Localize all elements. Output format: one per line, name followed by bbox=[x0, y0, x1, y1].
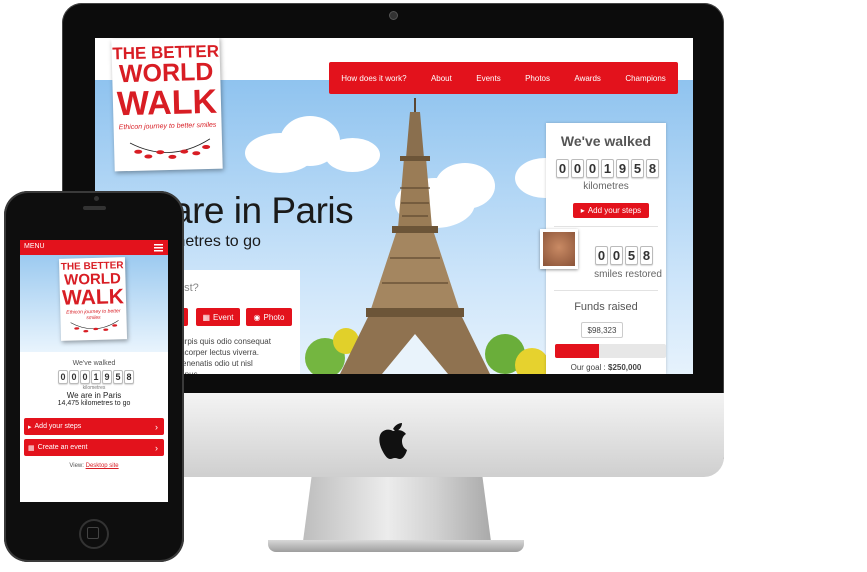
walked-title: We've walked bbox=[560, 133, 652, 149]
counter-digit: 0 bbox=[80, 370, 90, 384]
counter-digit: 0 bbox=[610, 246, 623, 265]
site-logo[interactable]: THE BETTER WORLD WALK Ethicon journey to… bbox=[111, 38, 223, 172]
tree bbox=[515, 348, 549, 374]
funds-title: Funds raised bbox=[574, 301, 638, 313]
km-label: kilometres bbox=[583, 181, 629, 192]
counter-digit: 5 bbox=[113, 370, 123, 384]
add-photo-label: Photo bbox=[263, 312, 285, 322]
add-photo-button[interactable]: ◉ Photo bbox=[246, 308, 292, 326]
counter-digit: 1 bbox=[601, 159, 614, 178]
counter-digit: 0 bbox=[69, 370, 79, 384]
hero-headline: are in Paris bbox=[172, 190, 354, 231]
view-label: View: bbox=[69, 463, 84, 469]
progress-sidebar: We've walked 0 0 0 1 9 5 8 kilometres ▸ … bbox=[540, 123, 666, 374]
chevron-right-icon: › bbox=[155, 442, 158, 453]
main-nav: How does it work? About Events Photos Aw… bbox=[329, 62, 678, 94]
iphone-speaker bbox=[83, 206, 106, 210]
nav-photos[interactable]: Photos bbox=[525, 74, 550, 83]
counter-digit: 1 bbox=[91, 370, 101, 384]
footstep-icon: ▸ bbox=[580, 206, 585, 215]
divider bbox=[554, 226, 658, 227]
counter-digit: 0 bbox=[586, 159, 599, 178]
nav-how-it-works[interactable]: How does it work? bbox=[341, 74, 406, 83]
funds-progress-fill bbox=[555, 344, 599, 358]
footprints-icon bbox=[129, 138, 211, 159]
hero-subline: metres to go bbox=[172, 233, 261, 250]
add-your-steps-button[interactable]: ▸ Add your steps bbox=[573, 203, 649, 218]
smiles-label: smiles restored bbox=[594, 269, 662, 280]
mobile-menu-label: MENU bbox=[24, 243, 45, 250]
child-photo-image bbox=[543, 232, 575, 266]
nav-about[interactable]: About bbox=[431, 74, 452, 83]
nav-champions[interactable]: Champions bbox=[625, 74, 665, 83]
funds-amount-bubble: $98,323 bbox=[581, 322, 623, 338]
add-event-label: Event bbox=[213, 312, 234, 322]
home-button-square-icon bbox=[87, 527, 99, 539]
footstep-icon: ▸ bbox=[28, 423, 32, 431]
imac-camera bbox=[389, 11, 398, 20]
divider bbox=[554, 290, 658, 291]
share-panel-text: turpis quis odio consequat mcorper lectu… bbox=[178, 337, 271, 374]
mobile-create-event-button[interactable]: ▦ Create an event › bbox=[24, 439, 164, 456]
share-panel: est? ▸ ▦ Event ◉ Photo turpis quis odio … bbox=[172, 270, 300, 374]
hamburger-menu-icon[interactable] bbox=[154, 243, 163, 252]
goal-value: $250,000 bbox=[608, 363, 642, 372]
mobile-create-event-label: Create an event bbox=[37, 444, 88, 451]
mobile-km-counter: 0 0 0 1 9 5 8 bbox=[58, 370, 134, 384]
add-your-steps-label: Add your steps bbox=[587, 206, 642, 215]
mobile-add-steps-button[interactable]: ▸ Add your steps › bbox=[24, 418, 164, 435]
mobile-distance-to-go: 14,475 kilometres to go bbox=[57, 400, 131, 407]
desktop-website: THE BETTER WORLD WALK Ethicon journey to… bbox=[95, 38, 693, 374]
goal-label: Our goal : bbox=[570, 363, 606, 372]
eiffel-tower-icon bbox=[340, 98, 490, 374]
add-event-button[interactable]: ▦ Event bbox=[196, 308, 240, 326]
desktop-site-link[interactable]: Desktop site bbox=[86, 463, 119, 469]
logo-tagline: Ethicon journey to better smiles bbox=[118, 121, 217, 132]
smiles-counter: 0 0 5 8 bbox=[595, 246, 653, 265]
child-photo bbox=[540, 229, 578, 269]
km-counter: 0 0 0 1 9 5 8 bbox=[556, 159, 659, 178]
imac-stand bbox=[302, 477, 492, 549]
logo-line-3: WALK bbox=[61, 285, 125, 310]
funds-goal: Our goal : $250,000 bbox=[546, 363, 666, 372]
logo-line-3: WALK bbox=[116, 82, 218, 124]
imac-stand-base bbox=[268, 540, 524, 552]
footprints-icon bbox=[70, 320, 119, 333]
counter-digit: 8 bbox=[646, 159, 659, 178]
counter-digit: 0 bbox=[556, 159, 569, 178]
counter-digit: 5 bbox=[625, 246, 638, 265]
counter-digit: 9 bbox=[102, 370, 112, 384]
counter-digit: 9 bbox=[616, 159, 629, 178]
nav-awards[interactable]: Awards bbox=[574, 74, 601, 83]
apple-logo-icon bbox=[379, 423, 407, 459]
funds-progress-bar bbox=[555, 344, 666, 358]
iphone-camera bbox=[94, 196, 99, 201]
chevron-right-icon: › bbox=[155, 421, 158, 432]
mobile-website: MENU THE BETTER WORLD WALK Ethicon journ… bbox=[20, 240, 168, 502]
mobile-add-steps-label: Add your steps bbox=[34, 423, 82, 430]
mobile-walked-label: We've walked bbox=[72, 360, 116, 367]
counter-digit: 5 bbox=[631, 159, 644, 178]
camera-icon: ◉ bbox=[253, 312, 261, 322]
counter-digit: 8 bbox=[640, 246, 653, 265]
calendar-icon: ▦ bbox=[202, 312, 211, 322]
mobile-menu-bar[interactable]: MENU bbox=[20, 240, 168, 255]
mobile-site-logo[interactable]: THE BETTER WORLD WALK Ethicon journey to… bbox=[58, 257, 128, 341]
mobile-view-switch: View: Desktop site bbox=[20, 463, 168, 469]
mobile-location-text: We are in Paris bbox=[66, 391, 122, 400]
calendar-icon: ▦ bbox=[28, 444, 35, 452]
counter-digit: 0 bbox=[571, 159, 584, 178]
counter-digit: 0 bbox=[58, 370, 68, 384]
counter-digit: 8 bbox=[124, 370, 134, 384]
nav-events[interactable]: Events bbox=[476, 74, 500, 83]
counter-digit: 0 bbox=[595, 246, 608, 265]
